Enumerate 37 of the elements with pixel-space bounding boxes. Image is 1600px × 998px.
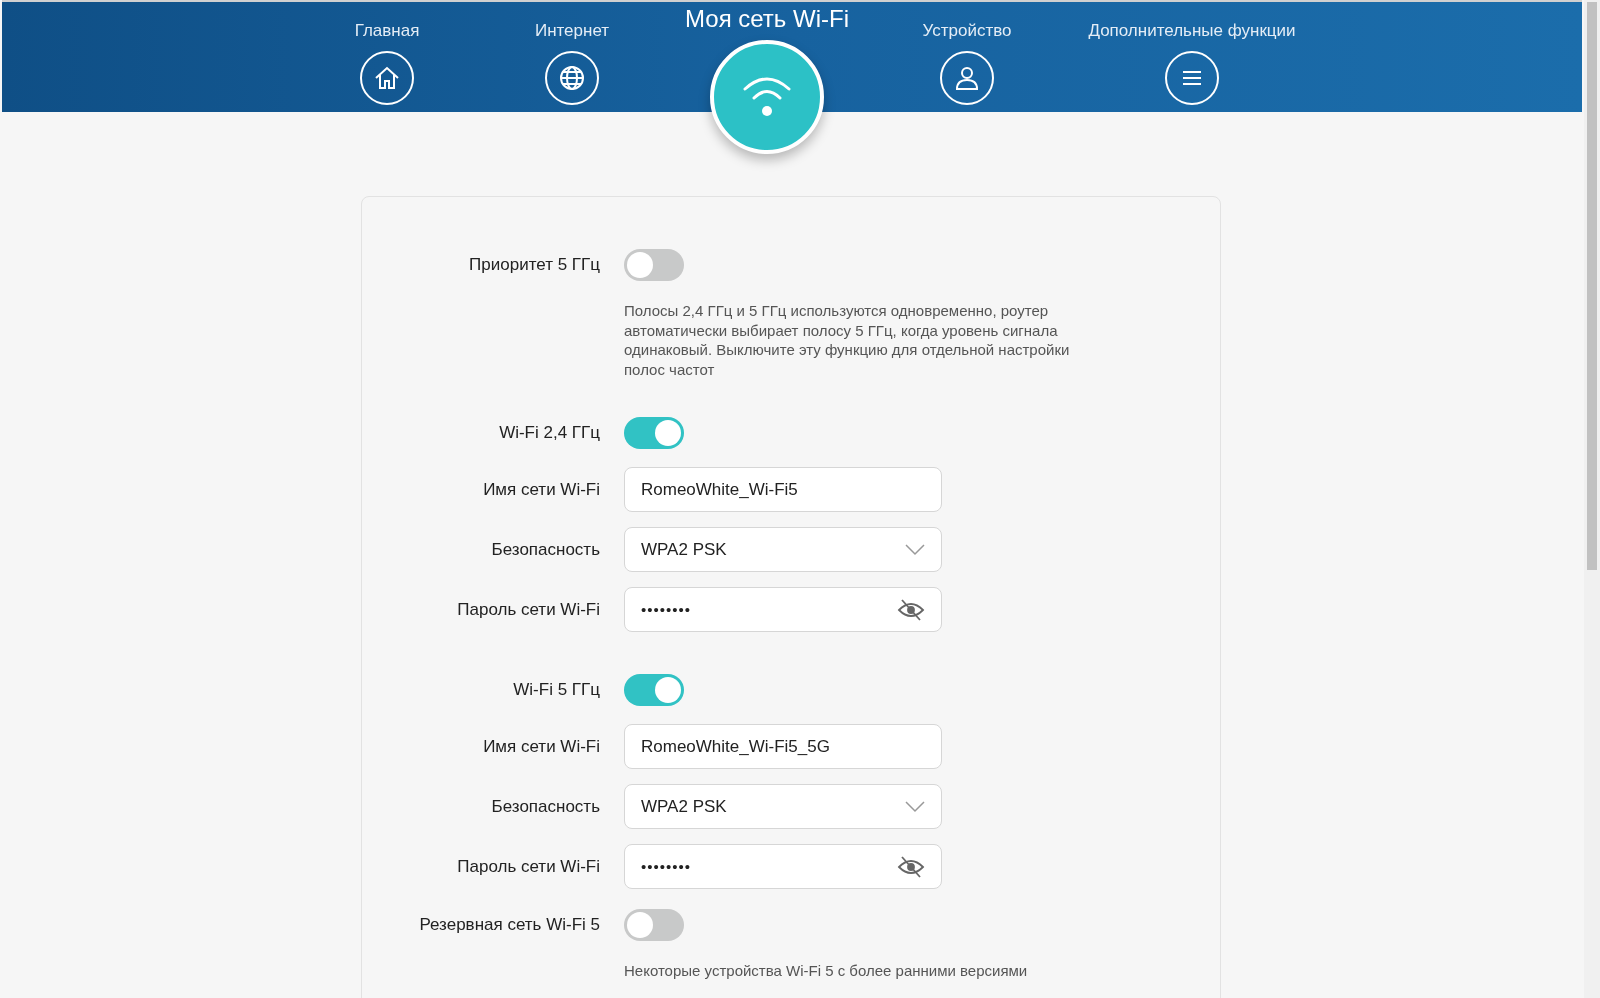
security-dropdown[interactable]: WPA2 PSK [624,784,942,829]
chevron-down-icon [905,543,925,556]
globe-icon[interactable] [545,51,599,105]
setting-label: Резервная сеть Wi-Fi 5 [418,915,600,935]
nav-tab[interactable]: Главная [354,21,420,41]
nav-tab[interactable]: Устройство [922,21,1012,41]
setting-label: Безопасность [490,796,600,817]
toggle-switch[interactable] [624,249,684,281]
toggle-switch[interactable] [624,909,684,941]
home-icon[interactable] [360,51,414,105]
scrollbar[interactable] [1584,0,1600,998]
chevron-down-icon [905,800,925,813]
hidden-eye-icon[interactable] [897,597,925,622]
menu-icon[interactable] [1165,51,1219,105]
setting-label: Wi-Fi 2,4 ГГц [498,423,600,443]
nav-tab[interactable]: Интернет [534,21,610,41]
setting-label: Приоритет 5 ГГц [468,255,600,275]
toggle-switch[interactable] [624,417,684,449]
user-icon[interactable] [940,51,994,105]
setting-label: Безопасность [490,539,600,560]
security-dropdown[interactable]: WPA2 PSK [624,527,942,572]
setting-label: Пароль сети Wi-Fi [456,599,600,620]
password-field[interactable]: •••••••• [624,587,942,632]
nav-tab[interactable]: Моя сеть Wi-Fi [685,5,849,33]
input-field[interactable]: RomeoWhite_Wi-Fi5 [624,467,942,512]
setting-description: Полосы 2,4 ГГц и 5 ГГц используются одновременно, роутер автоматически выбирает полосу 5 ГГц, когда уровень сигнала одинаковый. Выключите эту функцию для отдельной настройки полос частот [624,301,1071,379]
toggle-switch[interactable] [624,674,684,706]
setting-label: Имя сети Wi-Fi [482,479,600,500]
hidden-eye-icon[interactable] [897,854,925,879]
setting-label: Имя сети Wi-Fi [482,736,600,757]
setting-label: Пароль сети Wi-Fi [456,856,600,877]
wifi-icon[interactable] [710,40,824,154]
password-field[interactable]: •••••••• [624,844,942,889]
nav-tab[interactable]: Дополнительные функции [1088,21,1296,41]
setting-description: Некоторые устройства Wi-Fi 5 с более ранними версиями [624,961,1029,981]
setting-label: Wi-Fi 5 ГГц [512,680,600,700]
input-field[interactable]: RomeoWhite_Wi-Fi5_5G [624,724,942,769]
